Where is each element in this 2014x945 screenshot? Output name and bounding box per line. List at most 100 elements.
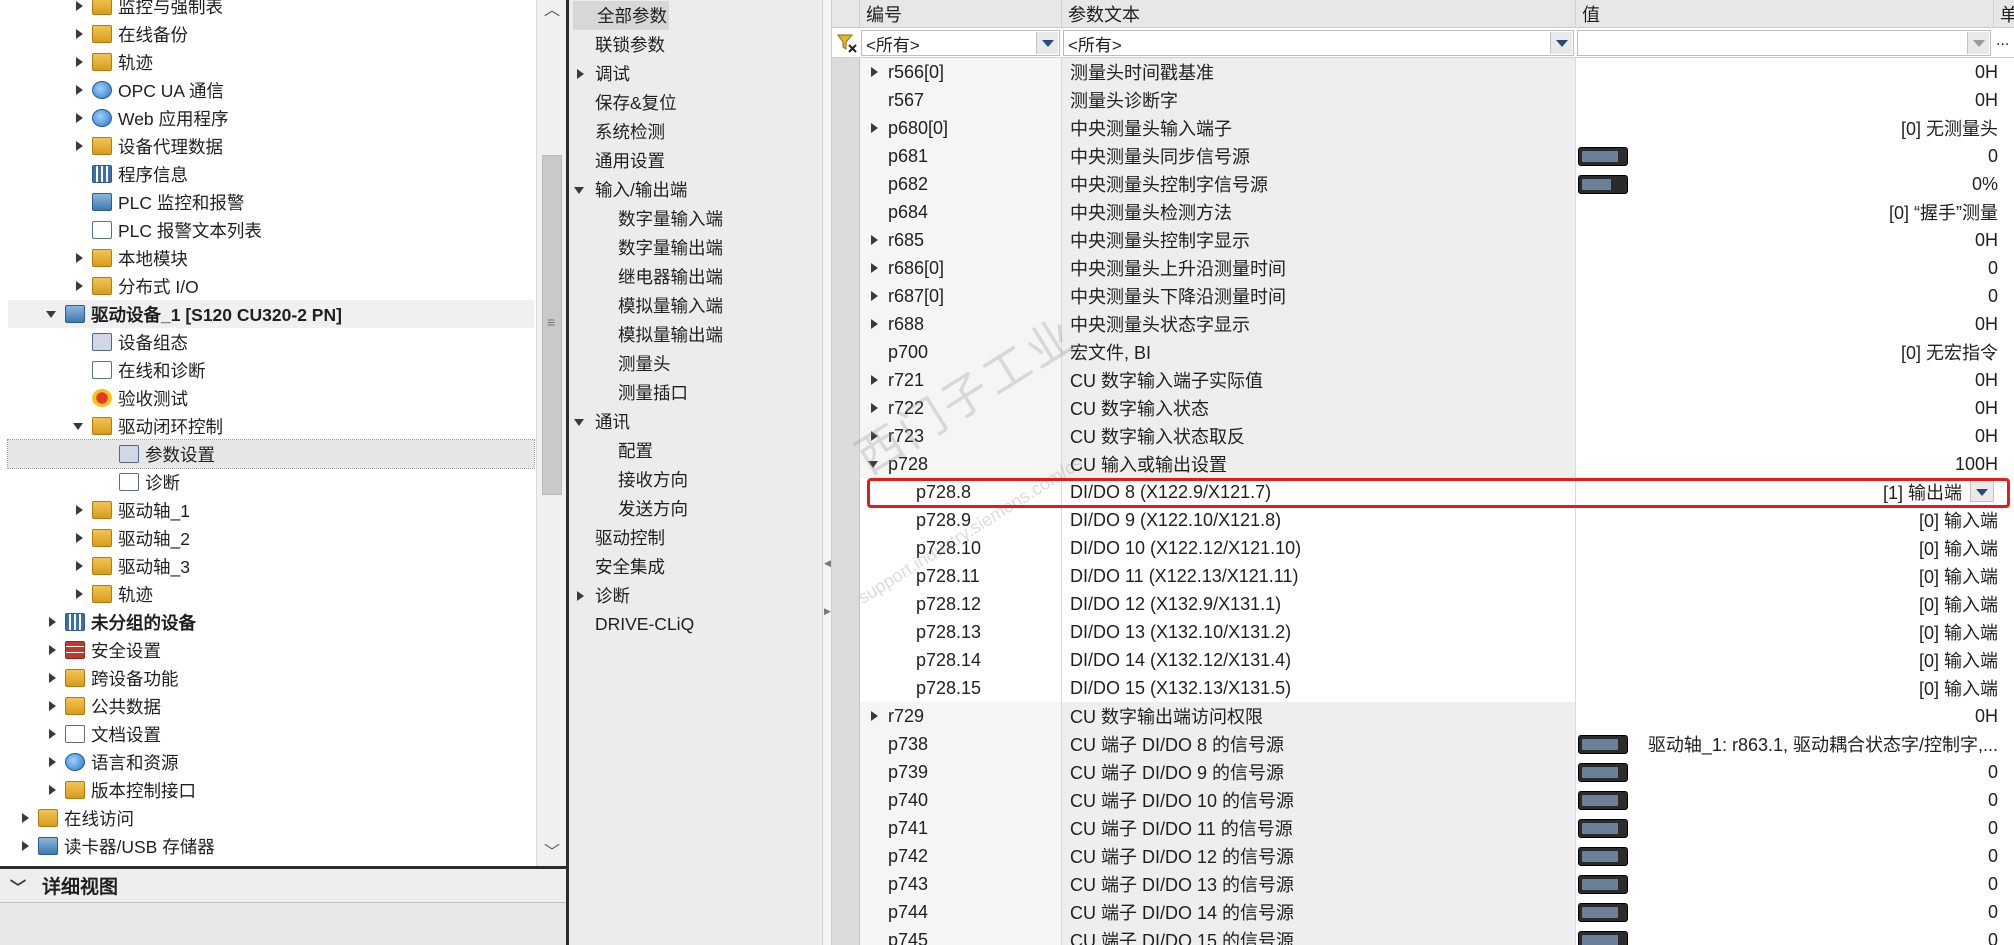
collapse-arrow-icon[interactable] xyxy=(72,419,86,433)
table-row[interactable]: p681 中央测量头同步信号源 0 xyxy=(832,142,2014,170)
cell-value[interactable]: [0] 输入端 xyxy=(1576,618,2014,646)
tree-item[interactable]: 验收测试 xyxy=(8,384,534,412)
tree-item[interactable]: Web 应用程序 xyxy=(8,104,534,132)
table-row[interactable]: r567 测量头诊断字 0H xyxy=(832,86,2014,114)
cell-value[interactable]: 0 xyxy=(1576,898,2014,926)
cell-text[interactable]: CU 数字输入端子实际值 xyxy=(1062,366,1576,394)
cell-value[interactable]: 0% xyxy=(1576,170,2014,198)
collapse-arrow-icon[interactable] xyxy=(573,415,587,429)
tree-item[interactable]: 跨设备功能 xyxy=(8,664,534,692)
cell-number[interactable]: p745 xyxy=(860,926,1062,945)
table-row[interactable]: p728 CU 输入或输出设置 100H xyxy=(832,450,2014,478)
row-header[interactable] xyxy=(832,226,860,254)
table-row[interactable]: p728.12 DI/DO 12 (X132.9/X131.1) [0] 输入端 xyxy=(832,590,2014,618)
filter-text-select[interactable]: <所有> xyxy=(1063,30,1574,56)
cell-value[interactable]: [0] 输入端 xyxy=(1576,674,2014,702)
cell-number[interactable]: r685 xyxy=(860,226,1062,254)
expand-arrow-icon[interactable] xyxy=(18,839,32,853)
cell-text[interactable]: CU 端子 DI/DO 10 的信号源 xyxy=(1062,786,1576,814)
cell-value[interactable]: [0] 输入端 xyxy=(1576,590,2014,618)
filter-clear-icon[interactable] xyxy=(836,32,858,54)
cell-value[interactable]: 0 xyxy=(1576,758,2014,786)
table-row[interactable]: p744 CU 端子 DI/DO 14 的信号源 0 xyxy=(832,898,2014,926)
cell-number[interactable]: p744 xyxy=(860,898,1062,926)
filter-number-select[interactable]: <所有> xyxy=(861,30,1060,56)
tree-item[interactable]: 驱动轴_1 xyxy=(8,496,534,524)
nav-item[interactable]: 调试 xyxy=(573,59,630,88)
tree-item[interactable]: 诊断 xyxy=(8,468,534,496)
cell-number[interactable]: r687[0] xyxy=(860,282,1062,310)
nav-item[interactable]: 配置 xyxy=(618,436,653,465)
row-header[interactable] xyxy=(832,170,860,198)
expand-arrow-icon[interactable] xyxy=(573,67,587,81)
bico-connector-icon[interactable] xyxy=(1578,147,1628,166)
tree-item[interactable]: 本地模块 xyxy=(8,244,534,272)
expand-arrow-icon[interactable] xyxy=(72,279,86,293)
expand-arrow-icon[interactable] xyxy=(18,811,32,825)
row-header[interactable] xyxy=(832,618,860,646)
cell-number[interactable]: p740 xyxy=(860,786,1062,814)
expander[interactable] xyxy=(860,373,888,387)
scrollbar-thumb[interactable] xyxy=(542,155,562,495)
cell-text[interactable]: 中央测量头控制字显示 xyxy=(1062,226,1576,254)
cell-number[interactable]: p681 xyxy=(860,142,1062,170)
cell-value[interactable]: 0H xyxy=(1576,226,2014,254)
cell-number[interactable]: p743 xyxy=(860,870,1062,898)
cell-value[interactable]: 0H xyxy=(1576,58,2014,86)
tree-item[interactable]: OPC UA 通信 xyxy=(8,76,534,104)
table-row[interactable]: r723 CU 数字输入状态取反 0H xyxy=(832,422,2014,450)
tree-item[interactable]: 未分组的设备 xyxy=(8,608,534,636)
cell-text[interactable]: CU 端子 DI/DO 11 的信号源 xyxy=(1062,814,1576,842)
tree-item[interactable]: 语言和资源 xyxy=(8,748,534,776)
cell-number[interactable]: p728.13 xyxy=(860,618,1062,646)
filter-value-select[interactable] xyxy=(1577,30,1991,56)
nav-item[interactable]: 继电器输出端 xyxy=(618,262,723,291)
expand-arrow-icon[interactable] xyxy=(45,699,59,713)
tree-item[interactable]: 分布式 I/O xyxy=(8,272,534,300)
tree-item[interactable]: 在线备份 xyxy=(8,20,534,48)
table-row[interactable]: r686[0] 中央测量头上升沿测量时间 0 xyxy=(832,254,2014,282)
row-header[interactable] xyxy=(832,730,860,758)
row-header[interactable] xyxy=(832,198,860,226)
expand-arrow-icon[interactable] xyxy=(867,709,881,723)
cell-value[interactable]: 0H xyxy=(1576,86,2014,114)
cell-text[interactable]: 中央测量头下降沿测量时间 xyxy=(1062,282,1576,310)
row-header[interactable] xyxy=(832,702,860,730)
cell-number[interactable]: p739 xyxy=(860,758,1062,786)
cell-value[interactable]: 0H xyxy=(1576,702,2014,730)
cell-value[interactable]: 0H xyxy=(1576,366,2014,394)
table-row[interactable]: r729 CU 数字输出端访问权限 0H xyxy=(832,702,2014,730)
row-header[interactable] xyxy=(832,254,860,282)
header-value[interactable]: 值 xyxy=(1576,0,1994,28)
row-header[interactable] xyxy=(832,310,860,338)
row-header[interactable] xyxy=(832,58,860,86)
expand-arrow-icon[interactable] xyxy=(867,233,881,247)
nav-item[interactable]: 输入/输出端 xyxy=(573,175,687,204)
row-header[interactable] xyxy=(832,758,860,786)
detail-view-header[interactable]: ﹀ 详细视图 xyxy=(0,869,566,903)
row-header[interactable] xyxy=(832,114,860,142)
expander[interactable] xyxy=(860,233,888,247)
nav-item[interactable]: 保存&复位 xyxy=(573,88,677,117)
row-header[interactable] xyxy=(832,926,860,945)
table-row[interactable]: p738 CU 端子 DI/DO 8 的信号源 驱动轴_1: r863.1, 驱动耦… xyxy=(832,730,2014,758)
cell-text[interactable]: 中央测量头控制字信号源 xyxy=(1062,170,1576,198)
nav-item[interactable]: 全部参数 xyxy=(573,1,669,30)
header-text[interactable]: 参数文本 xyxy=(1062,0,1576,28)
nav-item[interactable]: 通讯 xyxy=(573,407,630,436)
filter-extra[interactable]: ... xyxy=(1996,32,2009,50)
tree-item[interactable]: 安全设置 xyxy=(8,636,534,664)
cell-text[interactable]: DI/DO 14 (X132.12/X131.4) xyxy=(1062,646,1576,674)
cell-value[interactable]: [0] 输入端 xyxy=(1576,646,2014,674)
row-header[interactable] xyxy=(832,142,860,170)
tree-item[interactable]: 在线访问 xyxy=(8,804,534,832)
table-row[interactable]: r687[0] 中央测量头下降沿测量时间 0 xyxy=(832,282,2014,310)
bico-connector-icon[interactable] xyxy=(1578,175,1628,194)
tree-item[interactable]: 读卡器/USB 存储器 xyxy=(8,832,534,860)
expand-arrow-icon[interactable] xyxy=(72,559,86,573)
cell-number[interactable]: p728.14 xyxy=(860,646,1062,674)
expander[interactable] xyxy=(860,709,888,723)
tree-item[interactable]: 版本控制接口 xyxy=(8,776,534,804)
cell-text[interactable]: 测量头时间戳基准 xyxy=(1062,58,1576,86)
dropdown-arrow-icon[interactable] xyxy=(1967,32,1989,54)
